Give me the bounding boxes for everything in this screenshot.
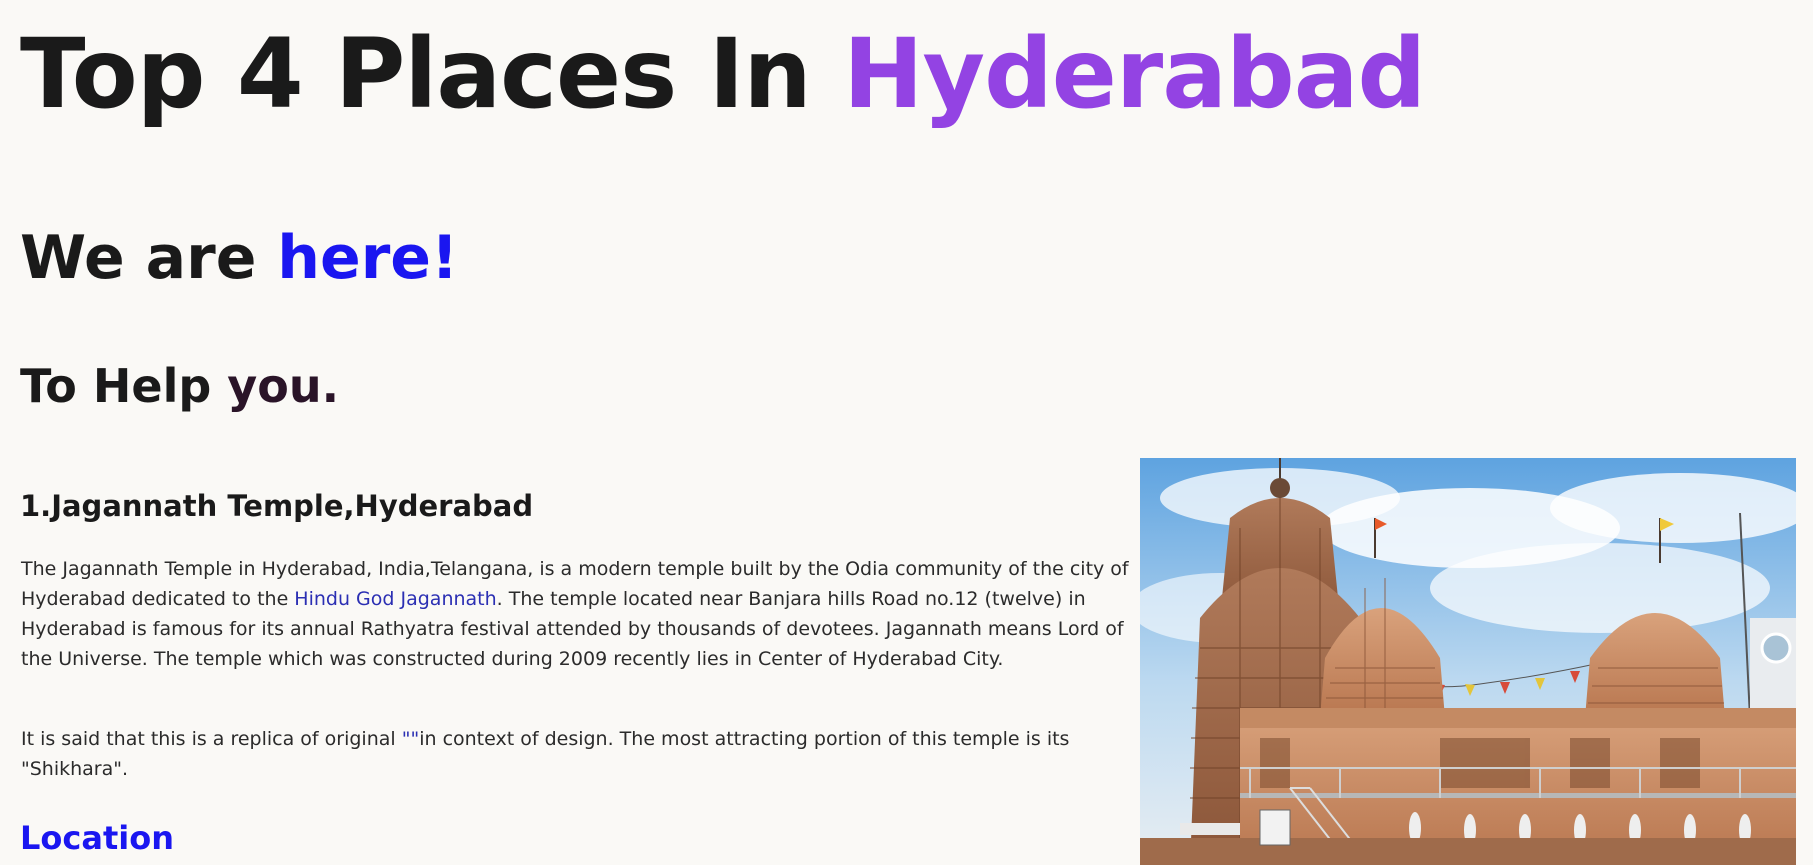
subtagline-highlight: you. <box>227 359 340 413</box>
place-heading: 1.Jagannath Temple,Hyderabad <box>20 489 534 523</box>
place-design-note-text: It is said that this is a replica of ori… <box>21 728 402 750</box>
hindu-god-jagannath-link[interactable]: Hindu God Jagannath <box>294 588 496 610</box>
tagline-prefix: We are <box>20 223 278 293</box>
replica-link[interactable]: "" <box>402 728 419 750</box>
page: Top 4 Places In Hyderabad We are here! T… <box>0 0 1813 865</box>
location-heading: Location <box>20 819 174 857</box>
page-title-prefix: Top 4 Places In <box>20 18 844 130</box>
place-description: The Jagannath Temple in Hyderabad, India… <box>21 554 1141 674</box>
tagline-heading: We are here! <box>20 218 458 298</box>
subtagline-heading: To Help you. <box>20 354 339 418</box>
page-title: Top 4 Places In Hyderabad <box>20 14 1426 134</box>
place-design-note: It is said that this is a replica of ori… <box>21 724 1141 784</box>
jagannath-temple-photo <box>1140 458 1796 865</box>
subtagline-prefix: To Help <box>20 359 228 413</box>
tagline-highlight: here! <box>277 223 459 293</box>
page-title-highlight: Hyderabad <box>843 18 1426 130</box>
